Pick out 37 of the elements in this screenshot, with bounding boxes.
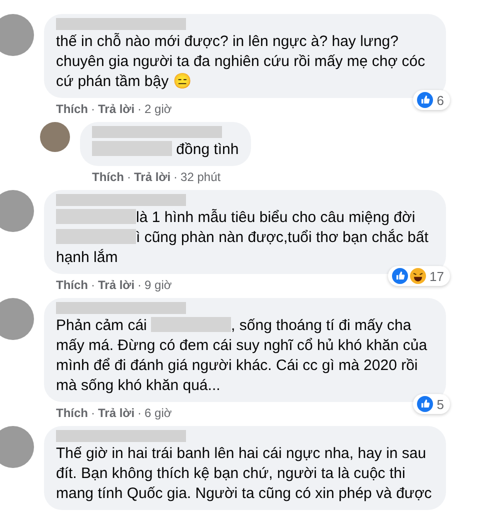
- comment-action-link[interactable]: Thích: [56, 102, 88, 116]
- comment-time[interactable]: 32 phút: [180, 170, 221, 184]
- separator-dot: ·: [138, 406, 142, 420]
- thumbs-up-icon: [392, 268, 408, 284]
- avatar-placeholder[interactable]: [0, 426, 34, 468]
- separator-dot: ·: [91, 278, 95, 292]
- comment-action-link[interactable]: Thích: [92, 170, 124, 184]
- comment-action-link[interactable]: Thích: [56, 406, 88, 420]
- thumbs-up-icon: [416, 396, 433, 412]
- comment-time[interactable]: 6 giờ: [144, 406, 172, 420]
- comment-action-link[interactable]: Trả lời: [98, 406, 135, 420]
- avatar-placeholder[interactable]: [0, 14, 34, 56]
- reaction-badge[interactable]: 6: [412, 90, 450, 110]
- laughing-face-icon: [410, 268, 426, 284]
- comment-action-link[interactable]: Thích: [56, 278, 88, 292]
- avatar-placeholder[interactable]: [0, 298, 34, 340]
- comment-action-link[interactable]: Trả lời: [98, 278, 135, 292]
- comment-time[interactable]: 2 giờ: [144, 102, 172, 116]
- comment-action-link[interactable]: Trả lời: [98, 102, 135, 116]
- comment-text: là 1 hình mẫu tiêu biểu cho câu miệng đời ì cũng phàn nàn được,tuổi thơ bạn chắc bất hạnh lắm: [56, 208, 430, 268]
- comment-text: Phản cảm cái , sống thoáng tí đi mấy cha mấy má. Đừng có đem cái suy nghĩ cổ hủ khó khăn của mình để đi đánh giá người khác. Cái cc gì mà 2020 rồi mà sống khó khăn quá...: [56, 316, 428, 396]
- separator-dot: ·: [138, 278, 142, 292]
- separator-dot: ·: [127, 170, 131, 184]
- reaction-badge[interactable]: 5: [412, 394, 450, 414]
- comment-time[interactable]: 9 giờ: [144, 278, 172, 292]
- comment-text: đồng tình: [92, 140, 239, 160]
- comment-action-link[interactable]: Trả lời: [134, 170, 171, 184]
- separator-dot: ·: [91, 102, 95, 116]
- separator-dot: ·: [91, 406, 95, 420]
- separator-dot: ·: [174, 170, 178, 184]
- reaction-badge[interactable]: 17: [388, 266, 450, 286]
- avatar-placeholder[interactable]: [40, 122, 70, 152]
- thumbs-up-icon: [416, 92, 433, 108]
- separator-dot: ·: [138, 102, 142, 116]
- comment-text: thế in chỗ nào mới được? in lên ngực à? hay lưng? chuyên gia người ta đa nghiên cứu rồi mấy mẹ chợ cóc cứ phán tầm bậy 😑: [56, 32, 426, 92]
- avatar-placeholder[interactable]: [0, 190, 34, 232]
- comment-text: Thế giờ in hai trái banh lên hai cái ngực nha, hay in sau đít. Bạn không thích kệ bạn chứ, người ta là cuộc thi mang tính Quốc gia. Người ta cũng có xin phép và được: [56, 444, 433, 504]
